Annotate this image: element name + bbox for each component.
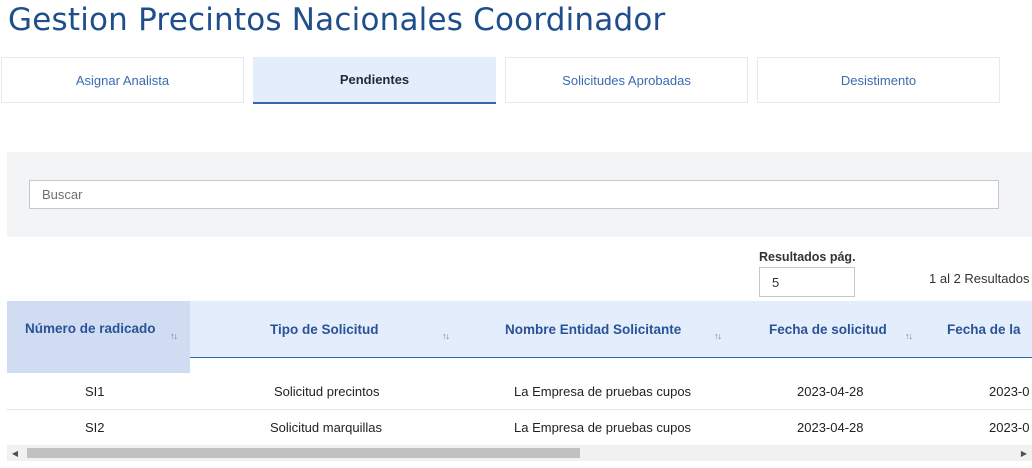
table-row[interactable]: SI1 Solicitud precintos La Empresa de pr… [7, 374, 1032, 410]
column-header-label: Tipo de Solicitud [270, 321, 379, 337]
column-header-numero-radicado[interactable]: Número de radicado ↑↓ [7, 301, 190, 373]
results-count: 1 al 2 Resultados [929, 271, 1030, 286]
column-header-label: Número de radicado [25, 321, 156, 336]
cell-fecha-2: 2023-0 [989, 420, 1030, 435]
cell-tipo: Solicitud marquillas [270, 420, 382, 435]
sort-icon[interactable]: ↑↓ [714, 331, 722, 341]
tab-asignar-analista[interactable]: Asignar Analista [1, 57, 244, 103]
tab-solicitudes-aprobadas[interactable]: Solicitudes Aprobadas [505, 57, 748, 103]
horizontal-scrollbar[interactable]: ◀ ▶ [7, 445, 1032, 461]
column-header-nombre-entidad[interactable]: Nombre Entidad Solicitante ↑↓ [505, 301, 740, 357]
cell-tipo: Solicitud precintos [274, 384, 380, 399]
scroll-right-icon[interactable]: ▶ [1016, 445, 1032, 461]
cell-fecha: 2023-04-28 [797, 384, 864, 399]
data-table: Número de radicado ↑↓ Tipo de Solicitud … [7, 301, 1032, 444]
cell-fecha: 2023-04-28 [797, 420, 864, 435]
column-header-label: Fecha de la [947, 321, 1021, 337]
cell-radicado: SI1 [85, 384, 105, 399]
filter-panel [7, 152, 1032, 237]
page-size-input[interactable] [759, 267, 855, 297]
table-row[interactable]: SI2 Solicitud marquillas La Empresa de p… [7, 410, 1032, 444]
sort-icon[interactable]: ↑↓ [442, 331, 450, 341]
scrollbar-thumb[interactable] [27, 448, 580, 458]
cell-fecha-2: 2023-0 [989, 384, 1030, 399]
column-header-fecha-solicitud[interactable]: Fecha de solicitud ↑↓ [769, 301, 929, 357]
column-header-fecha-la[interactable]: Fecha de la [947, 301, 1032, 357]
tab-bar: Asignar Analista Pendientes Solicitudes … [0, 57, 1032, 105]
column-header-label: Fecha de solicitud [769, 321, 887, 337]
tab-desistimento[interactable]: Desistimento [757, 57, 1000, 103]
column-header-tipo-solicitud[interactable]: Tipo de Solicitud ↑↓ [270, 301, 470, 357]
column-header-label: Nombre Entidad Solicitante [505, 321, 682, 337]
page-size-label: Resultados pág. [759, 250, 856, 264]
cell-entidad: La Empresa de pruebas cupos [514, 384, 692, 399]
cell-radicado: SI2 [85, 420, 105, 435]
sort-icon[interactable]: ↑↓ [170, 331, 178, 341]
search-input[interactable] [29, 180, 999, 209]
scroll-left-icon[interactable]: ◀ [7, 445, 23, 461]
table-header: Número de radicado ↑↓ Tipo de Solicitud … [7, 301, 1032, 373]
page-title: Gestion Precintos Nacionales Coordinador [8, 2, 666, 38]
sort-icon[interactable]: ↑↓ [905, 331, 913, 341]
tab-pendientes[interactable]: Pendientes [253, 57, 496, 104]
cell-entidad: La Empresa de pruebas cupos [514, 420, 692, 435]
